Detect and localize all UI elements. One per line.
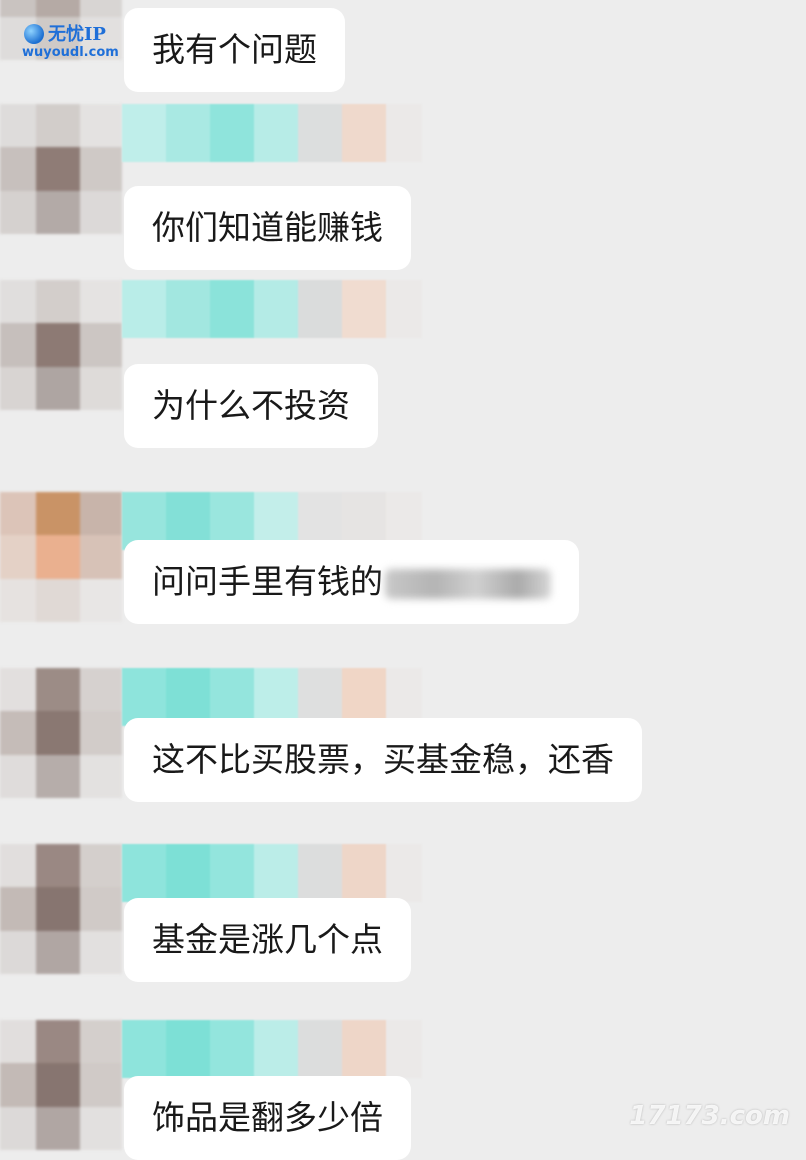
message-bubble[interactable]: 为什么不投资 <box>124 364 378 448</box>
message-text: 饰品是翻多少倍 <box>152 1098 383 1137</box>
message-text: 问问手里有钱的 <box>152 562 383 601</box>
avatar[interactable] <box>0 280 122 410</box>
sender-nickname-redacted <box>122 844 422 902</box>
globe-icon <box>24 24 44 44</box>
avatar[interactable] <box>0 844 122 974</box>
message-text: 我有个问题 <box>152 30 317 69</box>
message-bubble[interactable]: 你们知道能赚钱 <box>124 186 411 270</box>
avatar[interactable] <box>0 104 122 234</box>
watermark-domain: wuyoudl.com <box>22 45 119 60</box>
message-text: 这不比买股票，买基金稳，还香 <box>152 740 614 779</box>
message-bubble[interactable]: 问问手里有钱的 <box>124 540 579 624</box>
avatar[interactable] <box>0 1020 122 1150</box>
avatar[interactable] <box>0 668 122 798</box>
message-text: 你们知道能赚钱 <box>152 208 383 247</box>
sender-nickname-redacted <box>122 280 422 338</box>
message-text: 基金是涨几个点 <box>152 920 383 959</box>
chat-window: 我有个问题 你们知道能赚钱 为什么不投资 问问手里有钱的 这不比买股票，买基金稳… <box>0 0 806 1160</box>
message-bubble[interactable]: 这不比买股票，买基金稳，还香 <box>124 718 642 802</box>
message-bubble[interactable]: 基金是涨几个点 <box>124 898 411 982</box>
watermark-logo: 无忧IP wuyoudl.com <box>14 18 124 64</box>
watermark-brand: 无忧IP <box>48 24 106 45</box>
message-bubble[interactable]: 饰品是翻多少倍 <box>124 1076 411 1160</box>
message-text: 为什么不投资 <box>152 386 350 425</box>
message-bubble[interactable]: 我有个问题 <box>124 8 345 92</box>
sender-nickname-redacted <box>122 104 422 162</box>
redacted-name <box>385 568 551 599</box>
avatar[interactable] <box>0 492 122 622</box>
sender-nickname-redacted <box>122 1020 422 1078</box>
watermark-site: 17173.com <box>629 1101 790 1131</box>
